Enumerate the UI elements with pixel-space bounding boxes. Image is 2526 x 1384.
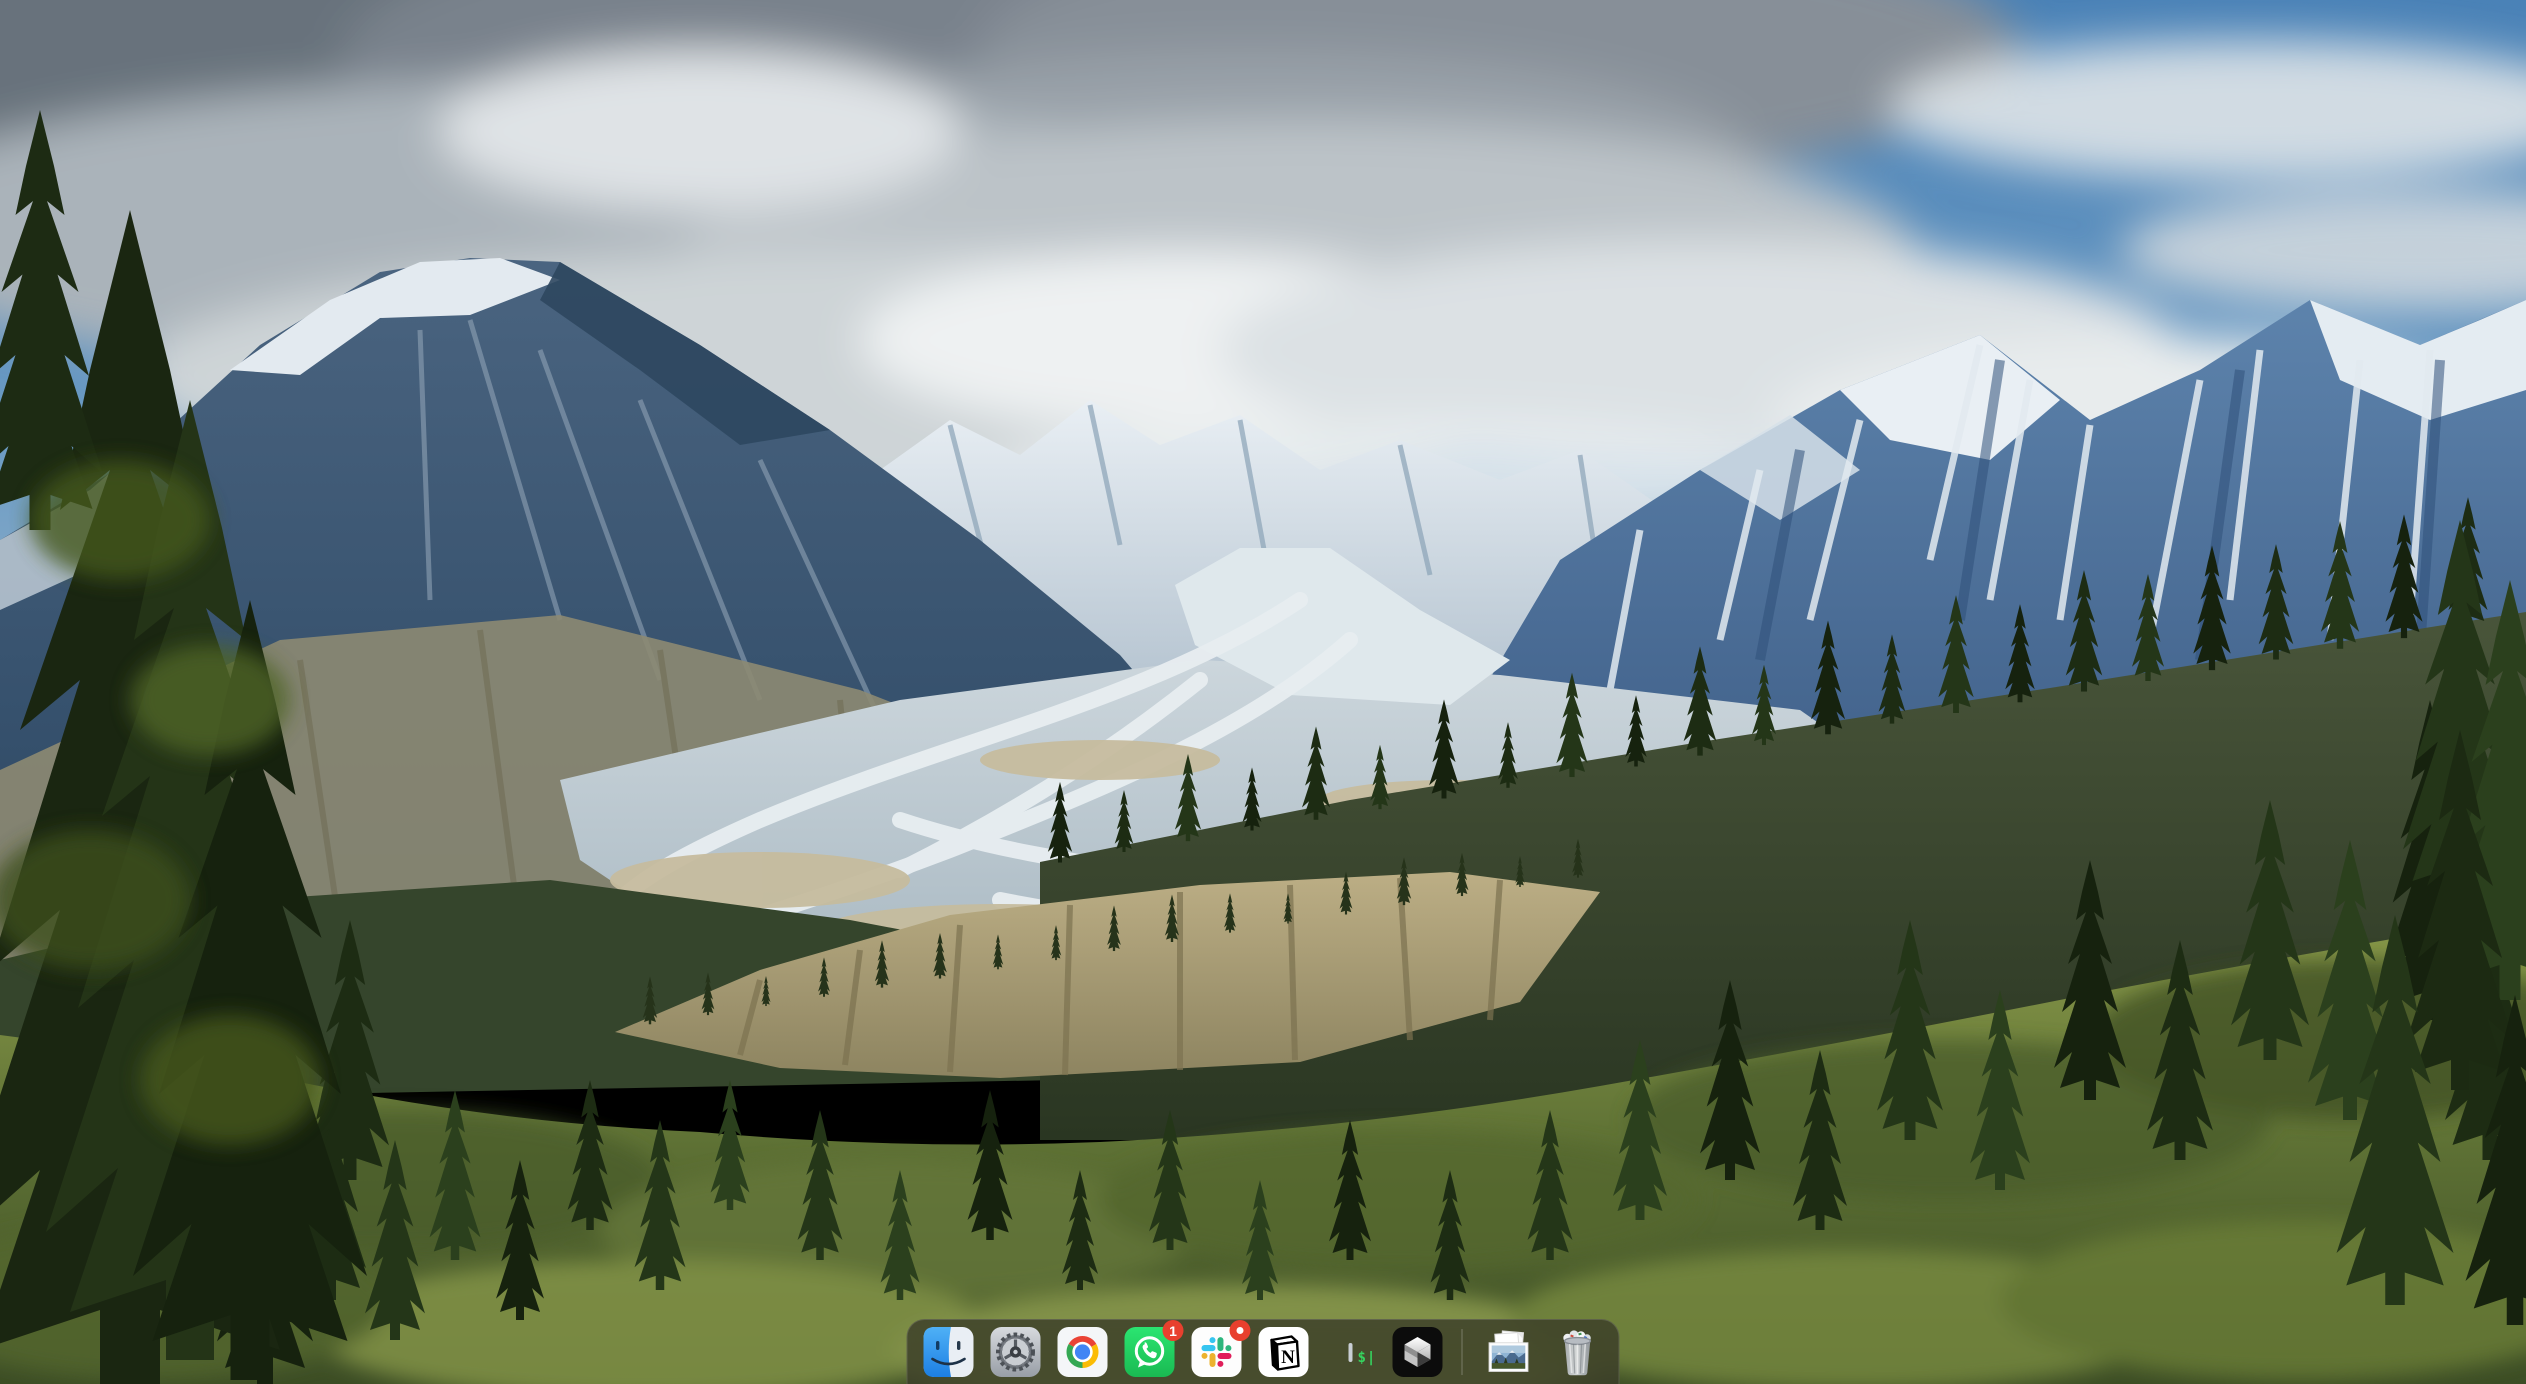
wallpaper-image — [0, 0, 2526, 1384]
cursor-icon — [1393, 1327, 1443, 1377]
finder-icon — [924, 1327, 974, 1377]
dock-separator — [1462, 1329, 1463, 1375]
whatsapp-badge: 1 — [1163, 1320, 1184, 1341]
gear-icon — [991, 1327, 1041, 1377]
dock-item-terminal[interactable]: $| — [1326, 1327, 1376, 1377]
notion-icon: N — [1259, 1327, 1309, 1377]
dock-item-finder[interactable] — [924, 1327, 974, 1377]
image-stack-icon — [1482, 1327, 1536, 1377]
dock-item-notion[interactable]: N — [1259, 1327, 1309, 1377]
dock-item-downloads[interactable] — [1482, 1327, 1536, 1377]
desktop[interactable]: 1 — [0, 0, 2526, 1384]
slack-badge-dot — [1237, 1327, 1244, 1334]
dock-item-system-settings[interactable] — [991, 1327, 1041, 1377]
slack-badge — [1230, 1320, 1251, 1341]
dock-item-cursor[interactable] — [1393, 1327, 1443, 1377]
terminal-icon: $| — [1349, 1343, 1353, 1362]
dock-item-slack[interactable] — [1192, 1327, 1242, 1377]
chrome-icon — [1058, 1327, 1108, 1377]
dock: 1 — [907, 1319, 1620, 1384]
dock-item-trash[interactable] — [1553, 1327, 1603, 1377]
dock-item-chrome[interactable] — [1058, 1327, 1108, 1377]
dock-item-whatsapp[interactable]: 1 — [1125, 1327, 1175, 1377]
trash-full-icon — [1553, 1327, 1603, 1377]
notion-letter: N — [1281, 1347, 1295, 1368]
